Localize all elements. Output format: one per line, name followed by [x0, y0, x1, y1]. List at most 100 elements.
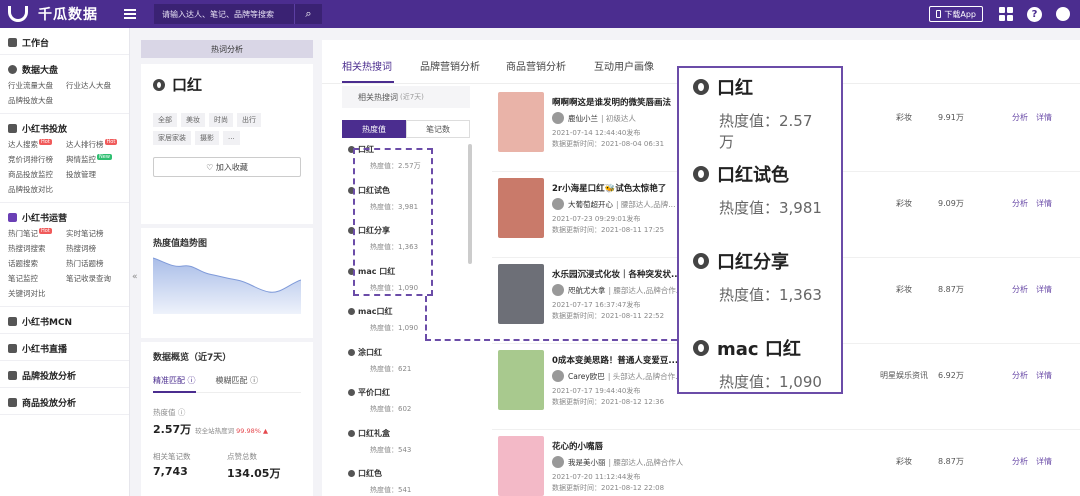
sidebar-link[interactable]: 品牌投放大盘 [8, 95, 66, 106]
category-chip[interactable]: 家居家装 [153, 131, 191, 145]
tab-user-profile[interactable]: 互动用户画像 [594, 58, 654, 73]
sidebar-item-operations[interactable]: 小红书运营 [8, 209, 129, 225]
note-title[interactable]: 啊啊啊这是谁发明的微笑唇画法 [552, 96, 671, 108]
tab-exact-match[interactable]: 精准匹配 ⓘ [153, 375, 196, 393]
detail-link[interactable]: 详情 [1036, 113, 1052, 122]
sidebar-link[interactable]: 达人排行榜 Hot [66, 139, 128, 150]
note-thumbnail[interactable] [498, 436, 544, 496]
app-name: 千瓜数据 [38, 7, 98, 23]
publish-time: 2021-07-17 16:37:47发布 [552, 301, 641, 309]
menu-toggle-icon[interactable] [124, 9, 136, 19]
apps-grid-icon[interactable] [999, 7, 1013, 21]
sidebar-link[interactable]: 关键词对比 [8, 288, 66, 299]
category-chip[interactable]: 美妆 [181, 113, 205, 127]
sidebar-item-mcn[interactable]: 小红书MCN [8, 313, 129, 329]
category-chip[interactable]: 出行 [237, 113, 261, 127]
notification-icon[interactable] [1056, 7, 1070, 21]
tab-related-keywords[interactable]: 相关热搜词 [342, 58, 392, 73]
note-title[interactable]: 2r小海星口红🐝试色太惊艳了 [552, 182, 666, 194]
note-thumbnail[interactable] [498, 264, 544, 324]
sidebar-link[interactable]: 商品投放监控 [8, 169, 66, 180]
search-input[interactable] [154, 4, 294, 24]
download-app-button[interactable]: 下载App [929, 6, 983, 22]
sidebar-link[interactable]: 行业达人大盘 [66, 80, 128, 91]
analyze-link[interactable]: 分析 [1012, 371, 1028, 380]
list-item[interactable]: 口红色 热度值：541 [348, 468, 458, 496]
list-item[interactable]: 平价口红 热度值：602 [348, 387, 458, 428]
sidebar-group-dashboard: 数据大盘 行业流量大盘 行业达人大盘 品牌投放大盘 [0, 55, 129, 114]
sidebar-link[interactable]: 投放管理 [66, 169, 128, 180]
list-item[interactable]: 口红礼盒 热度值：543 [348, 428, 458, 469]
keyword-list-scrollbar[interactable] [468, 144, 472, 264]
zoom-callout: 口红 热度值：2.57万 口红试色 热度值：3,981 口红分享 热度值：1,363 … [677, 66, 843, 394]
sidebar-item-brand-analysis[interactable]: 品牌投放分析 [8, 367, 129, 383]
sidebar-group-workbench: 工作台 [0, 28, 129, 55]
sidebar-item-goods-analysis[interactable]: 商品投放分析 [8, 394, 129, 410]
tab-product-marketing[interactable]: 商品营销分析 [506, 58, 566, 73]
table-row[interactable]: 花心的小嘴唇 我是美小丽 | 腰部达人,品牌合作人 2021-07-20 11:1… [492, 430, 1080, 496]
sidebar-link[interactable]: 热门话题榜 [66, 258, 128, 269]
avatar [552, 370, 564, 382]
analyze-link[interactable]: 分析 [1012, 457, 1028, 466]
sidebar-link[interactable]: 实时笔记榜 [66, 228, 128, 239]
likes-total-label: 点赞总数 [227, 452, 257, 461]
tab-sort-notes[interactable]: 笔记数 [406, 120, 470, 138]
sidebar-link[interactable]: 行业流量大盘 [8, 80, 66, 91]
help-icon[interactable]: ? [1027, 6, 1042, 22]
sidebar-item-live[interactable]: 小红书直播 [8, 340, 129, 356]
note-likes: 9.09万 [938, 199, 964, 208]
analyze-link[interactable]: 分析 [1012, 285, 1028, 294]
sidebar-collapse-icon[interactable]: « [132, 272, 138, 282]
tab-brand-marketing[interactable]: 品牌营销分析 [420, 58, 480, 73]
publish-time: 2021-07-20 11:12:44发布 [552, 473, 641, 481]
publish-time: 2021-07-14 12:44:40发布 [552, 129, 641, 137]
tab-sort-heat[interactable]: 热度值 [342, 120, 406, 138]
bag-icon [8, 370, 17, 380]
category-chip[interactable]: 时尚 [209, 113, 233, 127]
fire-icon [153, 78, 165, 91]
tab-fuzzy-match[interactable]: 模糊匹配 ⓘ [216, 375, 259, 386]
update-time: 数据更新时间：2021-08-04 06:31 [552, 140, 665, 148]
note-thumbnail[interactable] [498, 92, 544, 152]
list-item[interactable]: 涂口红 热度值：621 [348, 347, 458, 388]
logo[interactable]: 千瓜数据 [8, 4, 98, 24]
sidebar-link[interactable]: 达人搜索 Hot [8, 139, 66, 150]
detail-link[interactable]: 详情 [1036, 199, 1052, 208]
sidebar-link[interactable]: 话题搜索 [8, 258, 66, 269]
note-title[interactable]: 0成本变美思路！普通人变爱豆... [552, 354, 678, 366]
sidebar-link[interactable]: 热搜词榜 [66, 243, 128, 254]
note-category: 彩妆 [896, 199, 912, 208]
detail-link[interactable]: 详情 [1036, 457, 1052, 466]
detail-link[interactable]: 详情 [1036, 371, 1052, 380]
sidebar-item-placement[interactable]: 小红书投放 [8, 120, 129, 136]
note-thumbnail[interactable] [498, 178, 544, 238]
match-tabs: 精准匹配 ⓘ 模糊匹配 ⓘ [153, 375, 301, 393]
highlight-dashed-box [353, 148, 433, 296]
publish-time: 2021-07-17 19:44:40发布 [552, 387, 641, 395]
phone-icon [936, 10, 942, 18]
sidebar-link[interactable]: 品牌投放对比 [8, 184, 66, 195]
sidebar-item-dashboard[interactable]: 数据大盘 [8, 61, 129, 77]
category-chip[interactable]: 摄影 [195, 131, 219, 145]
cart-icon [8, 397, 17, 407]
sidebar-link[interactable]: 竞价词排行榜 [8, 154, 66, 165]
search-button[interactable]: ⌕ [294, 4, 322, 24]
category-chip[interactable]: ... [223, 131, 240, 145]
sidebar-link[interactable]: 热搜词搜索 [8, 243, 66, 254]
note-author: 我是美小丽 | 腰部达人,品牌合作人 [552, 456, 683, 468]
detail-link[interactable]: 详情 [1036, 285, 1052, 294]
analyze-link[interactable]: 分析 [1012, 113, 1028, 122]
note-title[interactable]: 水乐园沉浸式化妆｜各种突发状... [552, 268, 681, 280]
sidebar-link[interactable]: 舆情监控 New [66, 154, 128, 165]
analyze-link[interactable]: 分析 [1012, 199, 1028, 208]
sidebar-link[interactable]: 笔记收录查询 [66, 273, 128, 284]
sidebar-link[interactable]: 笔记监控 [8, 273, 66, 284]
sidebar-item-workbench[interactable]: 工作台 [8, 34, 129, 50]
add-favorite-button[interactable]: ♡ 加入收藏 [153, 157, 301, 177]
sidebar-link[interactable]: 热门笔记 Hot [8, 228, 66, 239]
update-time: 数据更新时间：2021-08-11 17:25 [552, 226, 665, 234]
note-title[interactable]: 花心的小嘴唇 [552, 440, 603, 452]
note-thumbnail[interactable] [498, 350, 544, 410]
category-chip[interactable]: 全部 [153, 113, 177, 127]
notes-count-value: 7,743 [153, 465, 188, 478]
